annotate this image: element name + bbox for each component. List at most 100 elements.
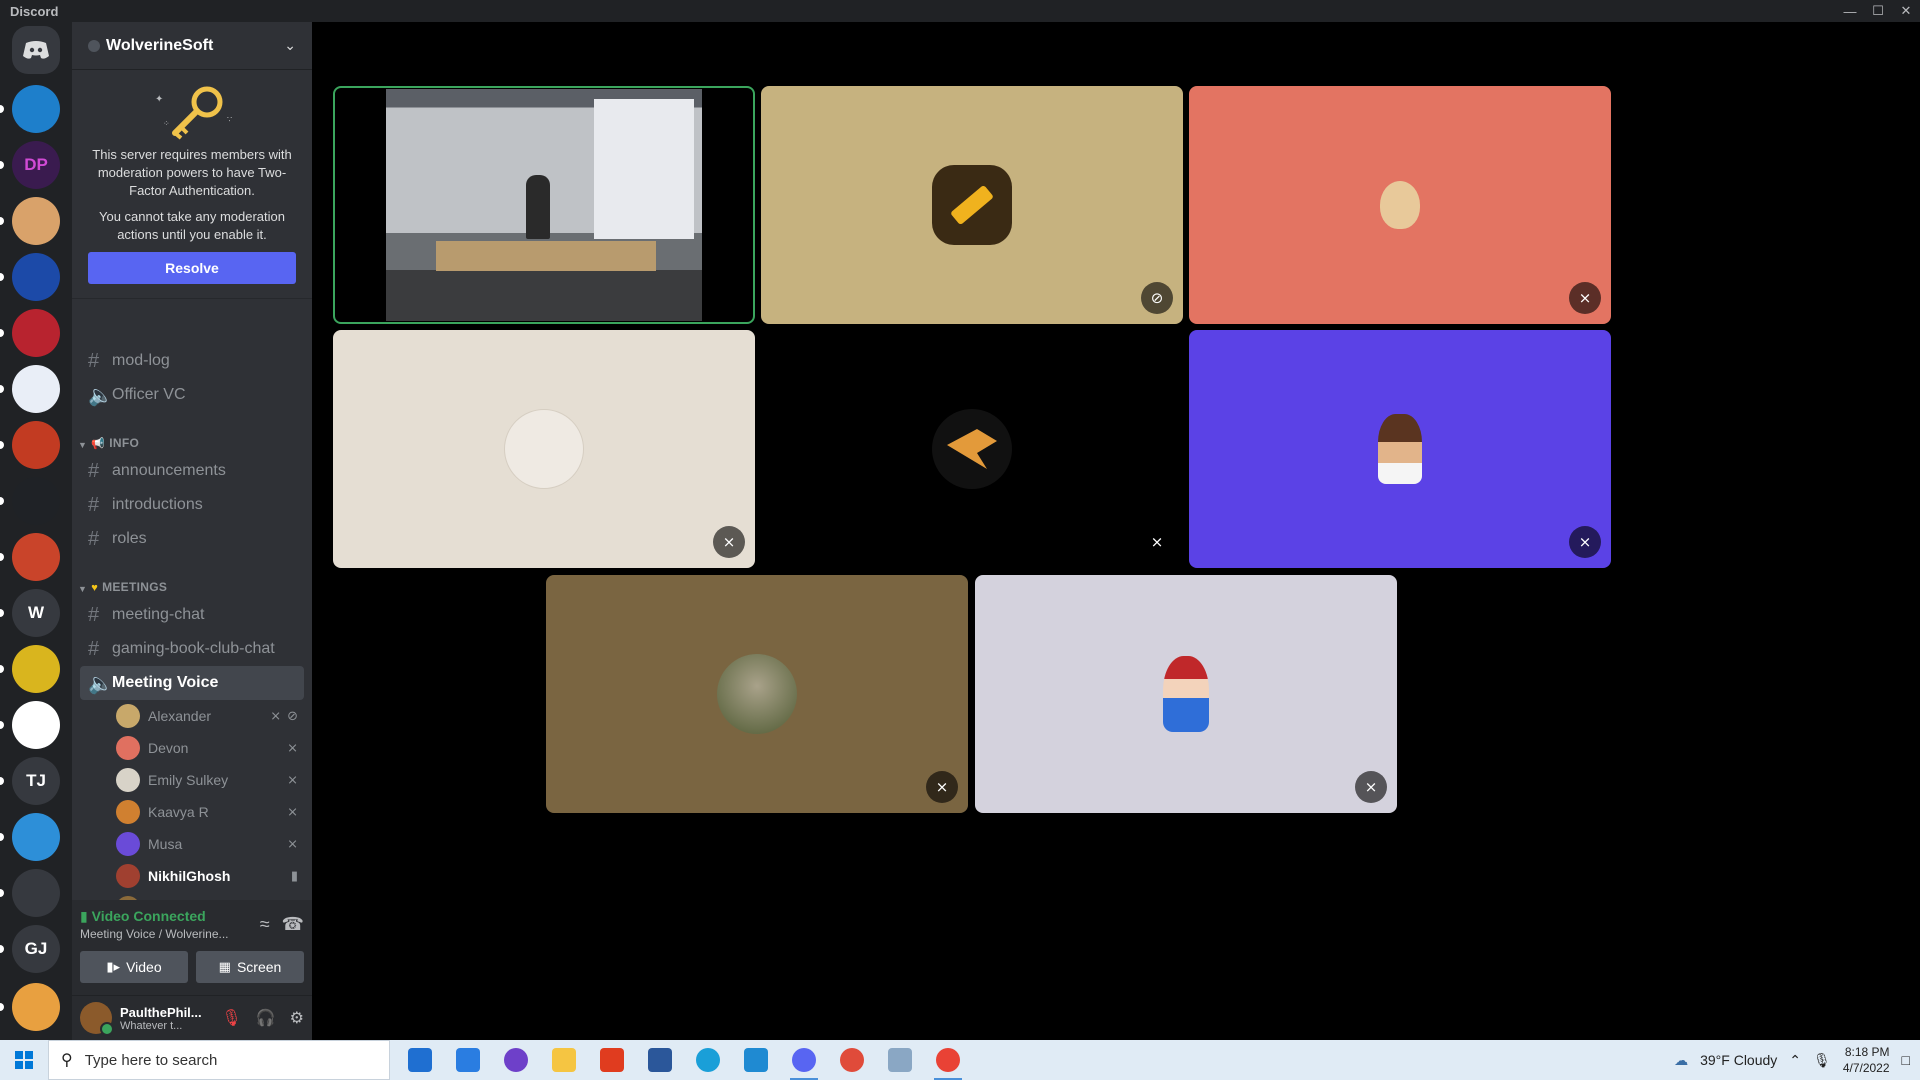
- voice-user[interactable]: Emily Sulkey ⨯: [116, 764, 312, 796]
- video-tile[interactable]: ⨯: [975, 575, 1397, 813]
- voice-user[interactable]: Devon ⨯: [116, 732, 312, 764]
- mail-icon[interactable]: [444, 1040, 492, 1080]
- server-icon[interactable]: W: [12, 589, 60, 637]
- microphone-icon[interactable]: 🎙: [1813, 1052, 1831, 1069]
- server-icon[interactable]: [12, 701, 60, 749]
- unread-indicator: [0, 945, 4, 953]
- muted-icon: ⨯: [287, 740, 298, 755]
- channel-announcements[interactable]: # announcements: [80, 454, 304, 488]
- chrome-icon[interactable]: [924, 1040, 972, 1080]
- server-icon[interactable]: DP: [12, 141, 60, 189]
- category-info[interactable]: ▼ 📢 INFO: [72, 426, 312, 450]
- category-meetings[interactable]: ▼ ♥ MEETINGS: [72, 570, 312, 594]
- channel-roles[interactable]: # roles: [80, 522, 304, 556]
- vscode-icon[interactable]: [732, 1040, 780, 1080]
- svg-text:∵: ∵: [227, 115, 232, 124]
- edge-icon[interactable]: [684, 1040, 732, 1080]
- store-icon[interactable]: [396, 1040, 444, 1080]
- pixel-person-icon: [1378, 414, 1422, 484]
- key-icon: ✦ ∵ ⁘: [137, 80, 247, 140]
- avatar: [932, 165, 1012, 245]
- minimize-button[interactable]: —: [1836, 0, 1864, 22]
- word-icon[interactable]: [636, 1040, 684, 1080]
- video-tile[interactable]: ⨯: [1189, 86, 1611, 324]
- headphones-icon[interactable]: 🎧: [256, 1008, 276, 1028]
- server-icon[interactable]: [12, 813, 60, 861]
- hash-icon: #: [88, 527, 100, 550]
- server-icon[interactable]: [12, 533, 60, 581]
- mute-mic-icon[interactable]: 🎙: [221, 1008, 241, 1028]
- notification-icon[interactable]: □: [1902, 1052, 1910, 1068]
- hash-icon: #: [88, 459, 100, 482]
- server-icon[interactable]: [12, 85, 60, 133]
- unread-indicator: [0, 329, 4, 337]
- tablet-icon[interactable]: [876, 1040, 924, 1080]
- clock[interactable]: 8:18 PM 4/7/2022: [1843, 1044, 1890, 1076]
- username[interactable]: PaulthePhil...: [120, 1005, 221, 1020]
- server-icon[interactable]: [12, 365, 60, 413]
- video-button[interactable]: ▮▸ Video: [80, 951, 188, 983]
- muted-icon: ⨯: [287, 772, 298, 787]
- github-icon[interactable]: [492, 1040, 540, 1080]
- noise-suppression-icon[interactable]: ≈: [260, 914, 270, 935]
- resolve-button[interactable]: Resolve: [88, 252, 296, 284]
- channel-meeting-voice[interactable]: 🔈 Meeting Voice: [80, 666, 304, 700]
- discord-icon[interactable]: [780, 1040, 828, 1080]
- server-icon[interactable]: [12, 253, 60, 301]
- channel-introductions[interactable]: # introductions: [80, 488, 304, 522]
- server-icon[interactable]: [12, 869, 60, 917]
- server-icon[interactable]: [12, 309, 60, 357]
- avatar[interactable]: [80, 1002, 114, 1036]
- voice-user[interactable]: NikhilGhosh ▮: [116, 860, 312, 892]
- video-tile[interactable]: ⊘: [761, 86, 1183, 324]
- video-tile[interactable]: ⨯: [546, 575, 968, 813]
- gear-icon[interactable]: ⚙: [290, 1008, 304, 1028]
- voice-user[interactable]: Kaavya R ⨯: [116, 796, 312, 828]
- voice-user[interactable]: Alexander ⨯ ⊘: [116, 700, 312, 732]
- weather-text[interactable]: 39°F Cloudy: [1700, 1052, 1777, 1068]
- file-explorer-icon[interactable]: [540, 1040, 588, 1080]
- voice-status[interactable]: ▮ Video Connected: [80, 908, 229, 925]
- channel-officer-vc[interactable]: 🔈 Officer VC: [80, 378, 304, 412]
- server-icon[interactable]: [12, 421, 60, 469]
- close-button[interactable]: ✕: [1892, 0, 1920, 22]
- voice-connection-panel: ▮ Video Connected Meeting Voice / Wolver…: [72, 900, 312, 996]
- muted-icon: ⨯: [713, 526, 745, 558]
- chevron-down-icon[interactable]: ⌄: [284, 37, 296, 54]
- voice-channel-path[interactable]: Meeting Voice / Wolverine...: [80, 927, 229, 941]
- lifesaver-icon[interactable]: [828, 1040, 876, 1080]
- server-icon[interactable]: GJ: [12, 925, 60, 973]
- unread-indicator: [0, 497, 4, 505]
- taskbar-search-input[interactable]: ⚲ Type here to search: [48, 1040, 390, 1080]
- twofa-notice: ✦ ∵ ⁘ This server requires members with …: [72, 70, 312, 299]
- signal-icon: ▮: [80, 908, 88, 924]
- channel-gaming-book-club-chat[interactable]: # gaming-book-club-chat: [80, 632, 304, 666]
- channel-meeting-chat[interactable]: # meeting-chat: [80, 598, 304, 632]
- discord-home-icon[interactable]: [12, 26, 60, 74]
- muted-icon: ⨯: [926, 771, 958, 803]
- server-icon[interactable]: [12, 645, 60, 693]
- screen-share-button[interactable]: ▦ Screen: [196, 951, 304, 983]
- video-tile[interactable]: [333, 86, 755, 324]
- video-tile[interactable]: ⨯: [1189, 330, 1611, 568]
- guild-header[interactable]: WolverineSoft ⌄: [72, 22, 312, 70]
- server-icon[interactable]: [12, 477, 60, 525]
- chevron-up-icon[interactable]: ⌃: [1789, 1052, 1801, 1069]
- office-icon[interactable]: [588, 1040, 636, 1080]
- server-icon[interactable]: [12, 983, 60, 1031]
- app-title: Discord: [10, 3, 59, 19]
- server-icon[interactable]: [12, 197, 60, 245]
- voice-user-name: Devon: [148, 740, 189, 756]
- avatar: [116, 864, 140, 888]
- start-button[interactable]: [0, 1040, 48, 1080]
- video-tile[interactable]: ⨯: [761, 330, 1183, 568]
- maximize-button[interactable]: ☐: [1864, 0, 1892, 22]
- voice-user[interactable]: Musa ⨯: [116, 828, 312, 860]
- avatar: [116, 736, 140, 760]
- muted-icon: ⨯: [1355, 771, 1387, 803]
- channel-mod-log[interactable]: # mod-log: [80, 344, 304, 378]
- server-icon[interactable]: TJ: [12, 757, 60, 805]
- video-tile[interactable]: ⨯: [333, 330, 755, 568]
- disconnect-icon[interactable]: ☎: [282, 914, 304, 935]
- voice-user-name: Emily Sulkey: [148, 772, 229, 788]
